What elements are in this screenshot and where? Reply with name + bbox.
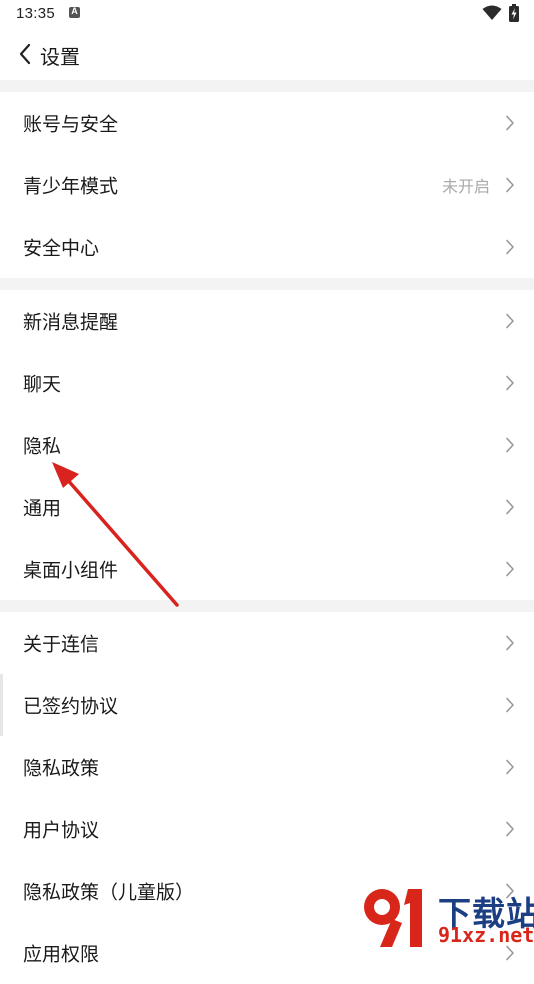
settings-item-privacy[interactable]: 隐私 [0,414,534,476]
chevron-right-icon [506,759,514,775]
status-bar: 13:35 A [0,0,534,30]
settings-item-chat[interactable]: 聊天 [0,352,534,414]
settings-item-teen-mode[interactable]: 青少年模式 未开启 [0,154,534,216]
settings-item-new-message-alerts[interactable]: 新消息提醒 [0,290,534,352]
nav-bar: 设置 [0,30,534,80]
notification-letter: A [71,6,78,16]
settings-item-user-agreement[interactable]: 用户协议 [0,798,534,860]
chevron-right-icon [506,437,514,453]
chevron-right-icon [506,177,514,193]
notification-a-icon: A [69,6,80,18]
settings-item-label: 隐私 [23,436,62,458]
teen-mode-status: 未开启 [441,179,490,196]
chevron-right-icon [506,561,514,577]
settings-item-label: 已签约协议 [23,696,119,718]
settings-item-label: 通用 [23,498,62,520]
settings-item-desktop-widgets[interactable]: 桌面小组件 [0,538,534,600]
settings-item-label: 桌面小组件 [23,560,119,582]
chevron-right-icon [506,239,514,255]
group-separator [0,278,534,290]
settings-item-label: 关于连信 [23,634,100,656]
settings-item-label: 用户协议 [23,820,100,842]
group-separator [0,600,534,612]
watermark-logo-icon [364,889,422,947]
chevron-right-icon [506,313,514,329]
chevron-right-icon [506,635,514,651]
battery-icon [509,4,519,22]
chevron-right-icon [506,375,514,391]
settings-item-account-security[interactable]: 账号与安全 [0,92,534,154]
back-arrow-icon[interactable] [17,42,35,66]
settings-item-about[interactable]: 关于连信 [0,612,534,674]
watermark-domain: 91xz.net [438,923,534,947]
watermark: 下载站 91xz.net [362,883,534,950]
group-separator [0,80,534,92]
chevron-right-icon [506,821,514,837]
settings-item-label: 新消息提醒 [23,312,119,334]
chevron-right-icon [506,697,514,713]
settings-item-label: 应用权限 [23,944,100,966]
settings-item-signed-agreements[interactable]: 已签约协议 [0,674,534,736]
settings-item-security-center[interactable]: 安全中心 [0,216,534,278]
page-title: 设置 [40,47,80,69]
settings-item-label: 青少年模式 [23,176,119,198]
settings-item-label: 安全中心 [23,238,100,260]
wifi-icon [482,5,502,20]
settings-item-general[interactable]: 通用 [0,476,534,538]
chevron-right-icon [506,499,514,515]
settings-item-label: 账号与安全 [23,114,119,136]
status-time: 13:35 [16,5,56,22]
settings-item-label: 隐私政策（儿童版） [23,882,195,904]
chevron-right-icon [506,115,514,131]
settings-item-label: 聊天 [23,374,62,396]
settings-item-label: 隐私政策 [23,758,100,780]
settings-item-privacy-policy[interactable]: 隐私政策 [0,736,534,798]
